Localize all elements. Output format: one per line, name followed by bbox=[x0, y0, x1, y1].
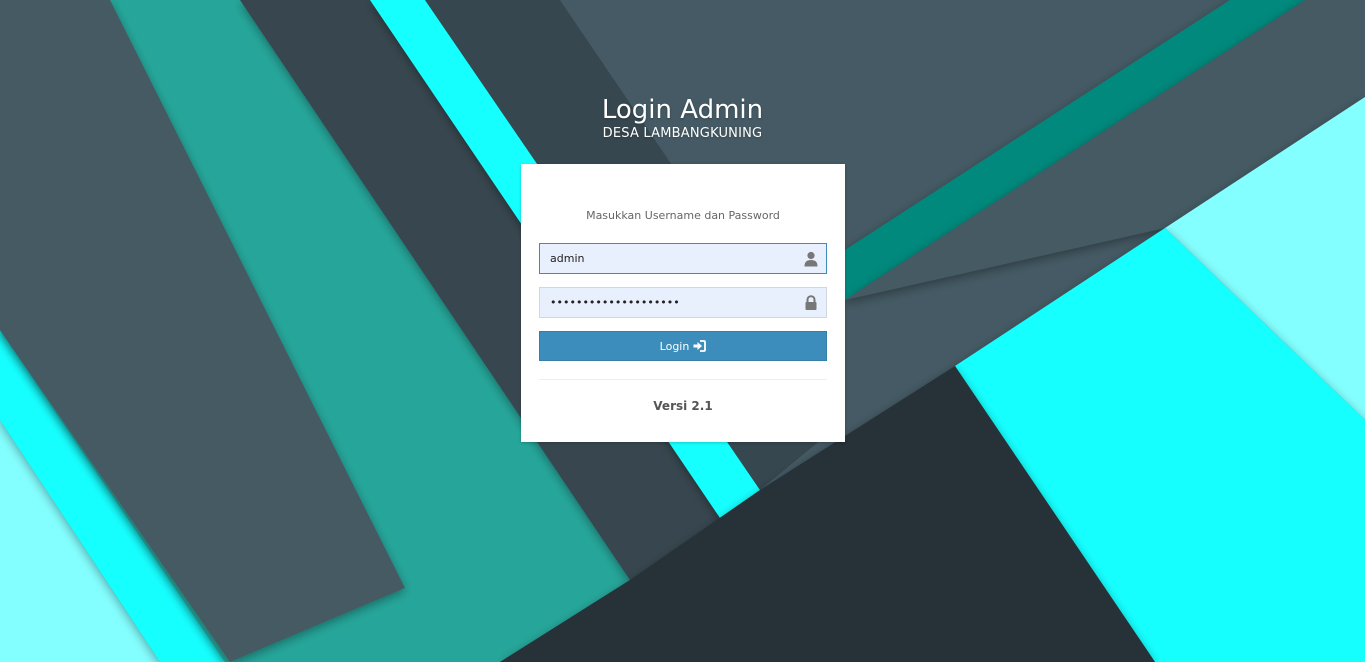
page-header: Login Admin DESA LAMBANGKUNING bbox=[0, 94, 1365, 142]
password-input[interactable] bbox=[540, 288, 790, 317]
username-field-group bbox=[539, 243, 827, 274]
version-label: Versi 2.1 bbox=[653, 399, 713, 413]
login-button-label: Login bbox=[659, 339, 690, 353]
sign-in-icon bbox=[693, 340, 707, 352]
login-card: Masukkan Username dan Password Login Ver… bbox=[521, 164, 845, 442]
village-name: DESA LAMBANGKUNING bbox=[602, 126, 763, 141]
username-input[interactable] bbox=[540, 244, 790, 273]
login-button[interactable]: Login bbox=[539, 331, 827, 361]
password-field-group bbox=[539, 287, 827, 318]
divider bbox=[539, 379, 827, 380]
page-title: Login Admin bbox=[601, 95, 764, 125]
login-instruction: Masukkan Username dan Password bbox=[586, 209, 780, 222]
user-icon bbox=[804, 251, 818, 267]
lock-icon bbox=[805, 295, 817, 310]
